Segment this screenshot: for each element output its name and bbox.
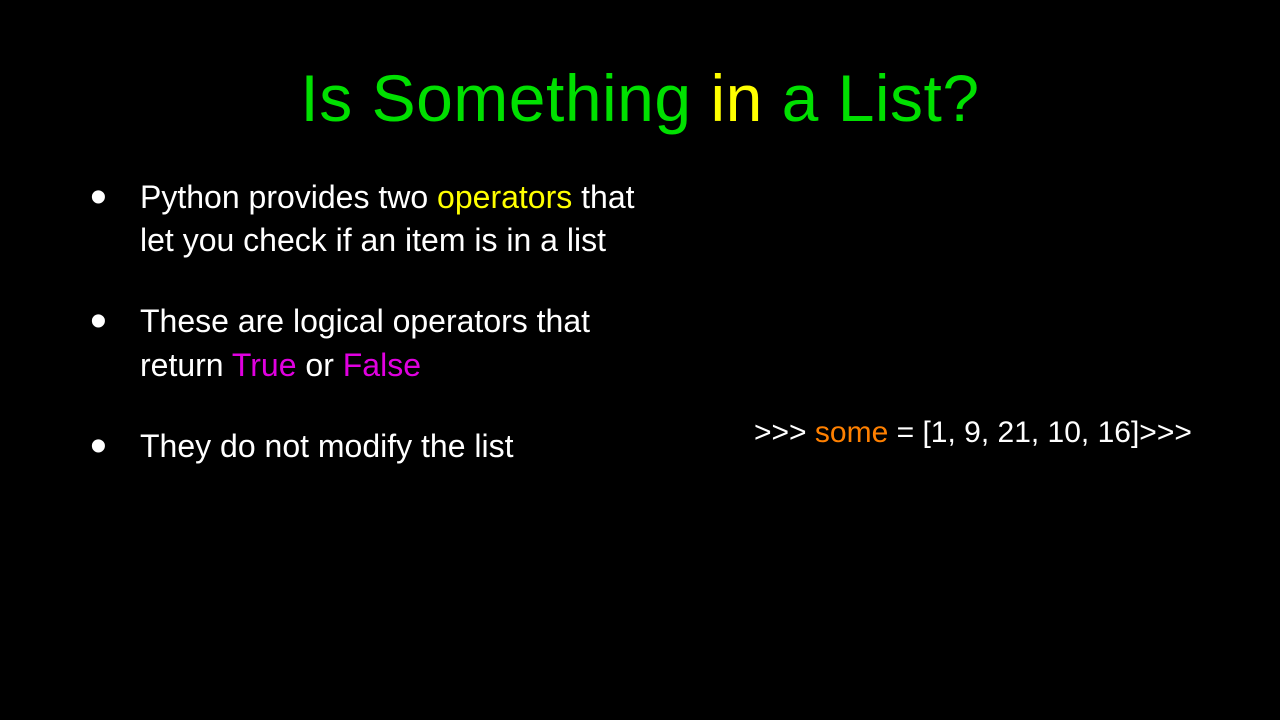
slide-body: • Python provides two operators that let… [0,136,1280,506]
bullet-2-false: False [343,347,421,383]
bullet-2-true: True [232,347,297,383]
code-eq: = [888,416,922,449]
code-prompt-2: >>> [1139,416,1192,449]
bullet-list: • Python provides two operators that let… [0,176,660,506]
bullet-item: • Python provides two operators that let… [90,176,660,262]
code-list: [1, 9, 21, 10, 16] [922,416,1139,449]
title-part-in: in [710,61,762,135]
code-prompt: >>> [754,416,815,449]
bullet-item: • They do not modify the list [90,425,660,468]
code-var-some: some [815,416,888,449]
bullet-3-text: They do not modify the list [140,428,514,464]
code-sample: >>> some = [1, 9, 21, 10, 16]>>> [754,416,1192,450]
bullet-dot-icon: • [90,176,140,219]
slide-title: Is Something in a List? [0,0,1280,136]
bullet-text: They do not modify the list [140,425,660,468]
slide: Is Something in a List? • Python provide… [0,0,1280,720]
bullet-1-text-a: Python provides two [140,179,437,215]
title-part-3: a List? [763,61,980,135]
bullet-1-operators: operators [437,179,572,215]
bullet-2-or: or [297,347,343,383]
title-part-1: Is Something [300,61,710,135]
bullet-dot-icon: • [90,300,140,343]
bullet-text: These are logical operators that return … [140,300,660,386]
bullet-item: • These are logical operators that retur… [90,300,660,386]
bullet-text: Python provides two operators that let y… [140,176,660,262]
bullet-dot-icon: • [90,425,140,468]
